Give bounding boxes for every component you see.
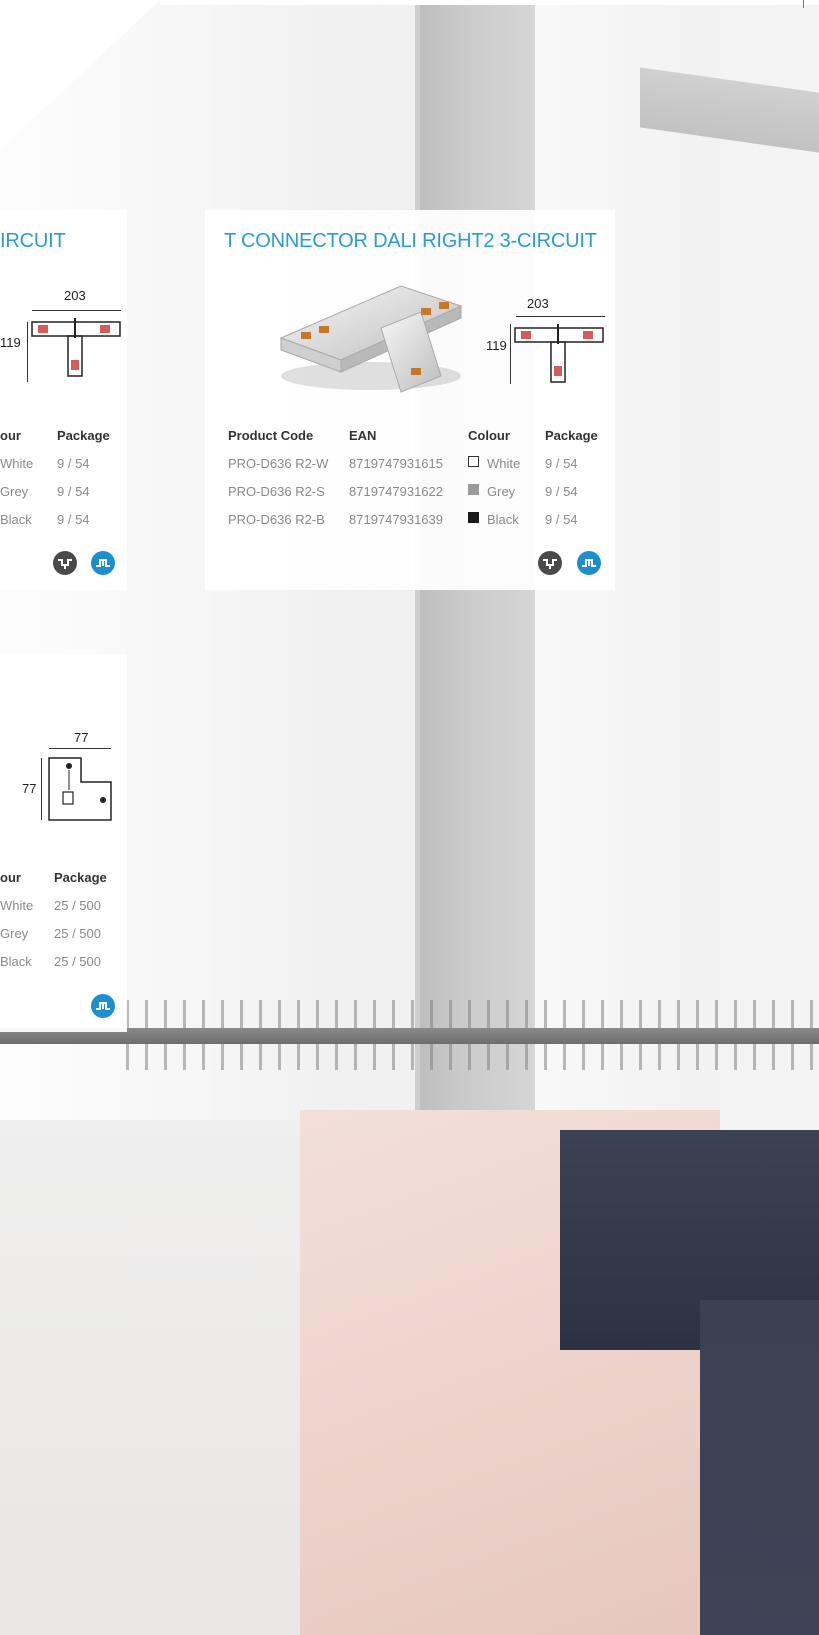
dimension-height: 119 bbox=[486, 338, 507, 353]
track-right-icon bbox=[91, 551, 115, 575]
navy-shirts-lower bbox=[700, 1300, 819, 1635]
dimension-line-width bbox=[32, 310, 121, 311]
product-photo bbox=[279, 285, 463, 393]
dimension-height: 77 bbox=[22, 781, 37, 796]
cell-package: 25 / 500 bbox=[54, 926, 101, 941]
cell-product-code: PRO-D636 R2-B bbox=[228, 512, 325, 527]
product-card-t-connector: T CONNECTOR DALI RIGHT2 3-CIRCUIT 203 11… bbox=[205, 210, 615, 590]
dimension-width: 203 bbox=[64, 288, 86, 303]
cell-ean: 8719747931639 bbox=[349, 512, 443, 527]
col-package-header: Package bbox=[545, 428, 598, 443]
cell-colour: White bbox=[487, 456, 521, 471]
cell-ean: 8719747931615 bbox=[349, 456, 443, 471]
dimension-line-height bbox=[27, 322, 28, 382]
track-left-icon bbox=[53, 551, 77, 575]
cell-product-code: PRO-D636 R2-W bbox=[228, 456, 329, 471]
dimension-height: 119 bbox=[0, 335, 21, 350]
cell-colour: White bbox=[0, 456, 34, 471]
cell-package: 9 / 54 bbox=[57, 456, 90, 471]
dimension-line-width bbox=[516, 316, 605, 317]
cell-colour: Grey bbox=[487, 484, 516, 499]
cell-package: 9 / 54 bbox=[545, 512, 578, 527]
t-connector-drawing bbox=[514, 324, 604, 383]
cell-package: 25 / 500 bbox=[54, 954, 101, 969]
colour-swatch-black bbox=[468, 512, 479, 523]
cell-colour: Grey bbox=[0, 484, 29, 499]
t-connector-drawing bbox=[31, 318, 121, 377]
dimension-width: 77 bbox=[74, 730, 89, 745]
col-ean-header: EAN bbox=[349, 428, 377, 443]
dimension-line-width bbox=[49, 748, 111, 749]
crop-mark bbox=[803, 0, 804, 8]
product-card-left-bottom: 77 77 our Package White 25 / 500 Grey 25… bbox=[0, 654, 127, 1032]
cell-product-code: PRO-D636 R2-S bbox=[228, 484, 325, 499]
card-title: T CONNECTOR DALI RIGHT2 3-CIRCUIT bbox=[224, 230, 597, 252]
top-strip bbox=[160, 0, 819, 5]
dimension-line-height bbox=[41, 758, 42, 820]
colour-swatch-white bbox=[468, 456, 479, 467]
cell-package: 9 / 54 bbox=[545, 456, 578, 471]
cell-colour: White bbox=[0, 898, 34, 913]
white-shirts bbox=[0, 1120, 330, 1635]
track-right-icon bbox=[91, 994, 115, 1018]
cell-colour: Black bbox=[487, 512, 519, 527]
page-corner bbox=[0, 0, 160, 150]
colour-swatch-grey bbox=[468, 484, 479, 495]
cell-package: 25 / 500 bbox=[54, 898, 101, 913]
cell-colour: Grey bbox=[0, 926, 29, 941]
col-colour-header: Colour bbox=[468, 428, 510, 443]
product-card-left-top: IRCUIT 203 119 our Package White 9 / 54 … bbox=[0, 210, 127, 590]
col-colour-header: our bbox=[0, 428, 21, 443]
track-right-icon bbox=[577, 551, 601, 575]
col-package-header: Package bbox=[54, 870, 107, 885]
dimension-line-height bbox=[510, 324, 511, 384]
track-left-icon bbox=[538, 551, 562, 575]
cell-colour: Black bbox=[0, 954, 32, 969]
cell-package: 9 / 54 bbox=[57, 512, 90, 527]
cell-package: 9 / 54 bbox=[545, 484, 578, 499]
cell-colour: Black bbox=[0, 512, 32, 527]
col-colour-header: our bbox=[0, 870, 21, 885]
cell-ean: 8719747931622 bbox=[349, 484, 443, 499]
dimension-width: 203 bbox=[527, 296, 549, 311]
col-package-header: Package bbox=[57, 428, 110, 443]
cell-package: 9 / 54 bbox=[57, 484, 90, 499]
card-title-fragment: IRCUIT bbox=[0, 230, 66, 252]
col-product-code-header: Product Code bbox=[228, 428, 314, 443]
l-connector-drawing bbox=[48, 757, 112, 821]
